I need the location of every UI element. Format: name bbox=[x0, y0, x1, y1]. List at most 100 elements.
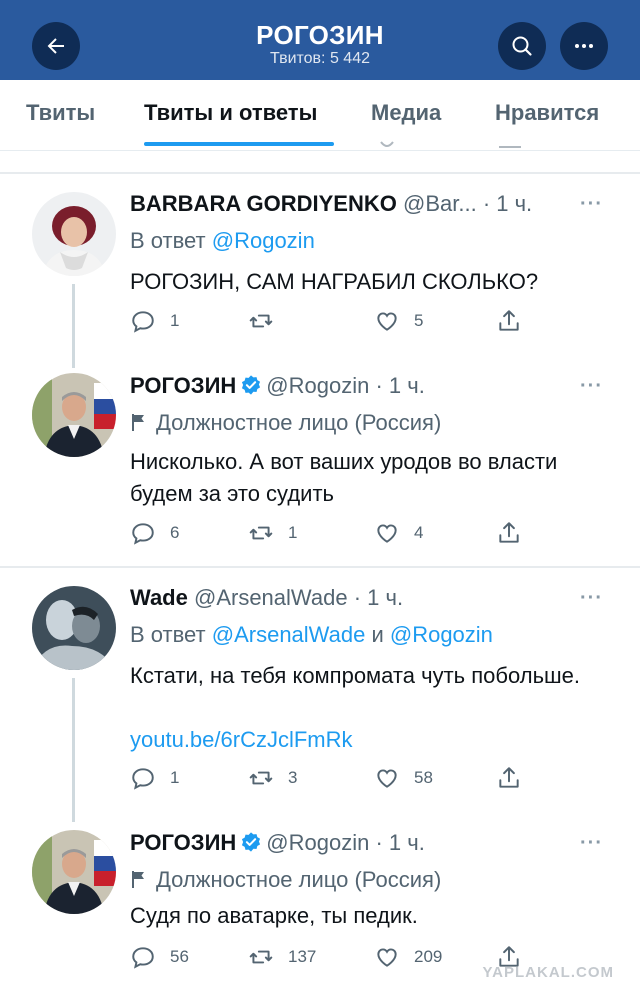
reply-button[interactable]: 1 bbox=[130, 308, 179, 334]
like-count: 58 bbox=[414, 768, 433, 787]
tweet-more-button[interactable]: ··· bbox=[580, 376, 603, 396]
like-icon bbox=[377, 769, 397, 788]
like-count: 209 bbox=[414, 947, 443, 966]
search-button[interactable] bbox=[498, 22, 546, 70]
retweet-icon bbox=[249, 526, 273, 540]
tweet-time[interactable]: · 1 ч. bbox=[375, 373, 424, 398]
reply-button[interactable]: 1 bbox=[130, 765, 179, 791]
author-handle[interactable]: @Bar... bbox=[403, 191, 477, 216]
reply-context: В ответ @ArsenalWade и @Rogozin bbox=[130, 622, 493, 648]
author-handle[interactable]: @Rogozin bbox=[266, 830, 369, 855]
avatar-image bbox=[32, 586, 116, 670]
thread-line bbox=[72, 284, 75, 368]
reply-context: В ответ @Rogozin bbox=[130, 228, 315, 254]
tweet-link[interactable]: youtu.be/6rCzJclFmRk bbox=[130, 727, 353, 753]
author-name[interactable]: РОГОЗИН bbox=[130, 373, 236, 398]
reply-and: и bbox=[365, 622, 390, 647]
like-button[interactable]: 5 bbox=[374, 308, 423, 334]
reply-to-link[interactable]: @Rogozin bbox=[212, 228, 315, 253]
flag-icon bbox=[132, 414, 144, 431]
thread-line bbox=[72, 678, 75, 822]
divider bbox=[0, 566, 640, 568]
tab-tweets-and-replies[interactable]: Твиты и ответы bbox=[144, 100, 317, 126]
account-label-text: Должностное лицо (Россия) bbox=[156, 867, 442, 892]
previous-tweet-actions-partial bbox=[0, 141, 640, 153]
retweet-count: 137 bbox=[288, 947, 317, 966]
reply-to-link[interactable]: @ArsenalWade bbox=[212, 622, 366, 647]
header-title-block: РОГОЗИН Твитов: 5 442 bbox=[160, 20, 480, 68]
author-name[interactable]: Wade bbox=[130, 585, 188, 610]
tab-tweets[interactable]: Твиты bbox=[26, 100, 95, 126]
more-button[interactable] bbox=[560, 22, 608, 70]
retweet-button[interactable]: 137 bbox=[248, 944, 316, 970]
reply-icon bbox=[132, 768, 154, 790]
tweet-header: РОГОЗИН @Rogozin · 1 ч. bbox=[130, 830, 425, 856]
like-count: 5 bbox=[414, 311, 424, 330]
tweet-header: Wade @ArsenalWade · 1 ч. bbox=[130, 585, 403, 611]
tweet-time[interactable]: · 1 ч. bbox=[354, 585, 403, 610]
like-icon bbox=[377, 948, 397, 967]
avatar-image bbox=[32, 373, 116, 457]
reply-icon bbox=[132, 947, 154, 969]
author-handle[interactable]: @Rogozin bbox=[266, 373, 369, 398]
retweet-icon bbox=[249, 314, 273, 328]
like-count: 4 bbox=[414, 523, 424, 542]
reply-icon bbox=[132, 523, 154, 545]
tweet-actions: 56 137 209 bbox=[130, 944, 530, 972]
page-title: РОГОЗИН bbox=[256, 20, 384, 50]
tweet-actions: 1 5 bbox=[130, 308, 530, 336]
share-button[interactable] bbox=[496, 765, 522, 791]
tweet-time[interactable]: · 1 ч. bbox=[375, 830, 424, 855]
author-handle[interactable]: @ArsenalWade bbox=[194, 585, 348, 610]
share-button[interactable] bbox=[496, 520, 522, 546]
more-icon bbox=[575, 44, 593, 48]
reply-prefix: В ответ bbox=[130, 228, 212, 253]
reply-count: 56 bbox=[170, 947, 189, 966]
tab-likes[interactable]: Нравится bbox=[495, 100, 599, 126]
search-icon bbox=[512, 36, 532, 56]
share-button[interactable] bbox=[496, 308, 522, 334]
like-button[interactable]: 58 bbox=[374, 765, 433, 791]
tweet-actions: 6 1 4 bbox=[130, 520, 530, 548]
like-icon bbox=[377, 312, 397, 331]
retweet-button[interactable]: 1 bbox=[248, 520, 297, 546]
author-name[interactable]: РОГОЗИН bbox=[130, 830, 236, 855]
reply-button[interactable]: 56 bbox=[130, 944, 189, 970]
reply-to-link[interactable]: @Rogozin bbox=[390, 622, 493, 647]
back-button[interactable] bbox=[32, 22, 80, 70]
avatar-image bbox=[32, 830, 116, 914]
reply-prefix: В ответ bbox=[130, 622, 212, 647]
back-arrow-icon bbox=[47, 38, 64, 54]
tweet-text: Кстати, на тебя компромата чуть побольше… bbox=[130, 663, 581, 688]
tweet-header: РОГОЗИН @Rogozin · 1 ч. bbox=[130, 373, 425, 399]
retweet-button[interactable] bbox=[248, 308, 288, 334]
avatar[interactable] bbox=[32, 373, 116, 457]
share-icon bbox=[499, 522, 519, 543]
tweet-text: Судя по аватарке, ты педик. bbox=[130, 903, 418, 928]
profile-header: РОГОЗИН Твитов: 5 442 bbox=[0, 0, 640, 80]
avatar[interactable] bbox=[32, 830, 116, 914]
retweet-count: 1 bbox=[288, 523, 298, 542]
tweet-actions: 1 3 58 bbox=[130, 765, 530, 793]
share-icon bbox=[499, 767, 519, 788]
account-label: Должностное лицо (Россия) bbox=[130, 867, 441, 893]
like-button[interactable]: 209 bbox=[374, 944, 442, 970]
author-name[interactable]: BARBARA GORDIYENKO bbox=[130, 191, 397, 216]
tweet-more-button[interactable]: ··· bbox=[580, 833, 603, 853]
avatar[interactable] bbox=[32, 192, 116, 276]
retweet-icon bbox=[249, 950, 273, 964]
tweet-more-button[interactable]: ··· bbox=[580, 588, 603, 608]
tweet-time[interactable]: · 1 ч. bbox=[483, 191, 532, 216]
avatar[interactable] bbox=[32, 586, 116, 670]
retweet-button[interactable]: 3 bbox=[248, 765, 297, 791]
tweet-text: Нисколько. А вот ваших уродов во власти … bbox=[130, 449, 558, 506]
profile-tabs: Твиты Твиты и ответы Медиа Нравится bbox=[0, 80, 640, 150]
tweet-count: Твитов: 5 442 bbox=[270, 50, 370, 67]
tweet-text: РОГОЗИН, САМ НАГРАБИЛ СКОЛЬКО? bbox=[130, 269, 539, 294]
tab-media[interactable]: Медиа bbox=[371, 100, 441, 126]
like-icon bbox=[377, 524, 397, 543]
divider bbox=[0, 172, 640, 174]
reply-button[interactable]: 6 bbox=[130, 520, 179, 546]
like-button[interactable]: 4 bbox=[374, 520, 423, 546]
tweet-more-button[interactable]: ··· bbox=[580, 194, 603, 214]
